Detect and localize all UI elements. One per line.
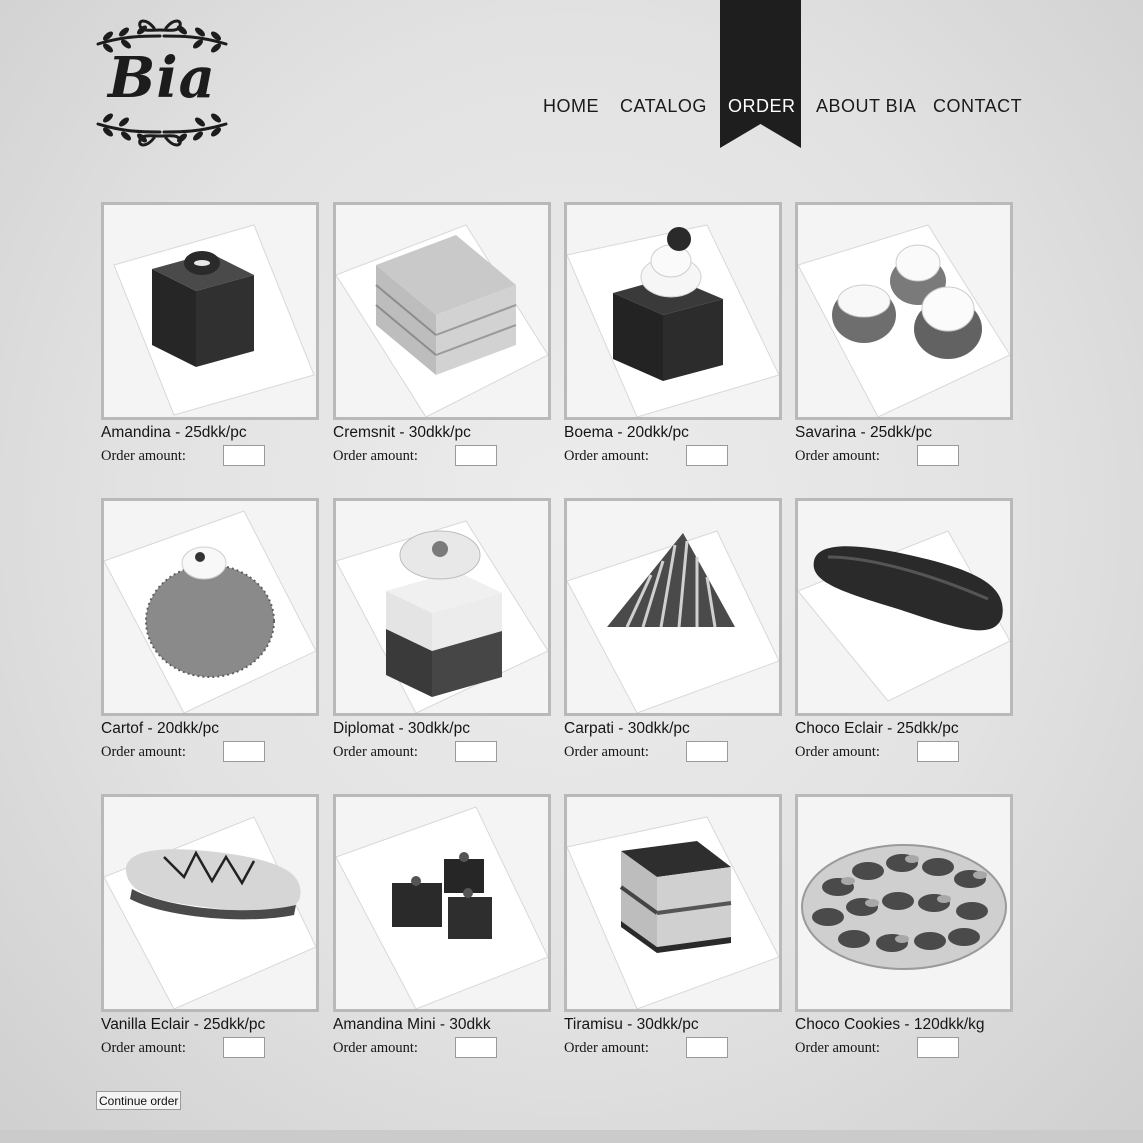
order-amount-input[interactable] xyxy=(917,445,959,466)
active-nav-ribbon xyxy=(720,0,801,148)
product-title: Cartof - 20dkk/pc xyxy=(101,720,220,737)
order-amount-input[interactable] xyxy=(223,741,265,762)
carpati-photo xyxy=(564,498,782,716)
order-amount-label: Order amount: xyxy=(564,1040,649,1056)
nav-item-order[interactable]: ORDER xyxy=(728,96,796,117)
order-amount-label: Order amount: xyxy=(795,448,880,464)
cremsnit-photo xyxy=(333,202,551,420)
product-title: Boema - 20dkk/pc xyxy=(564,424,689,441)
product-title: Choco Eclair - 25dkk/pc xyxy=(795,720,959,737)
savarina-photo xyxy=(795,202,1013,420)
choco-cookies-photo xyxy=(795,794,1013,1012)
amandina-photo xyxy=(101,202,319,420)
order-amount-label: Order amount: xyxy=(333,744,418,760)
nav-item-about-bia[interactable]: ABOUT BIA xyxy=(816,96,916,117)
nav-item-home[interactable]: HOME xyxy=(543,96,599,117)
order-amount-input[interactable] xyxy=(686,445,728,466)
product-title: Amandina Mini - 30dkk xyxy=(333,1016,491,1033)
order-amount-label: Order amount: xyxy=(101,744,186,760)
order-amount-input[interactable] xyxy=(917,741,959,762)
tiramisu-photo xyxy=(564,794,782,1012)
order-amount-label: Order amount: xyxy=(101,1040,186,1056)
footer-strip xyxy=(0,1130,1143,1143)
order-amount-input[interactable] xyxy=(455,741,497,762)
nav-item-catalog[interactable]: CATALOG xyxy=(620,96,707,117)
logo-text: Bia xyxy=(108,45,216,111)
cartof-photo xyxy=(101,498,319,716)
product-title: Choco Cookies - 120dkk/kg xyxy=(795,1016,985,1033)
boema-photo xyxy=(564,202,782,420)
order-amount-label: Order amount: xyxy=(564,744,649,760)
order-amount-label: Order amount: xyxy=(564,448,649,464)
product-title: Diplomat - 30dkk/pc xyxy=(333,720,470,737)
vanilla-eclair-photo xyxy=(101,794,319,1012)
order-amount-input[interactable] xyxy=(686,741,728,762)
product-title: Tiramisu - 30dkk/pc xyxy=(564,1016,699,1033)
continue-order-button[interactable]: Continue order xyxy=(96,1091,182,1110)
logo[interactable]: Bia xyxy=(94,14,230,152)
diplomat-photo xyxy=(333,498,551,716)
order-amount-input[interactable] xyxy=(455,1037,497,1058)
order-amount-label: Order amount: xyxy=(101,448,186,464)
order-amount-input[interactable] xyxy=(223,445,265,466)
order-amount-label: Order amount: xyxy=(795,744,880,760)
product-title: Carpati - 30dkk/pc xyxy=(564,720,690,737)
order-amount-label: Order amount: xyxy=(333,448,418,464)
product-title: Vanilla Eclair - 25dkk/pc xyxy=(101,1016,266,1033)
choco-eclair-photo xyxy=(795,498,1013,716)
order-amount-input[interactable] xyxy=(686,1037,728,1058)
order-amount-input[interactable] xyxy=(455,445,497,466)
order-amount-input[interactable] xyxy=(223,1037,265,1058)
order-amount-input[interactable] xyxy=(917,1037,959,1058)
product-title: Amandina - 25dkk/pc xyxy=(101,424,247,441)
product-title: Cremsnit - 30dkk/pc xyxy=(333,424,471,441)
order-amount-label: Order amount: xyxy=(795,1040,880,1056)
amandina-mini-photo xyxy=(333,794,551,1012)
order-amount-label: Order amount: xyxy=(333,1040,418,1056)
nav-item-contact[interactable]: CONTACT xyxy=(933,96,1022,117)
product-title: Savarina - 25dkk/pc xyxy=(795,424,932,441)
